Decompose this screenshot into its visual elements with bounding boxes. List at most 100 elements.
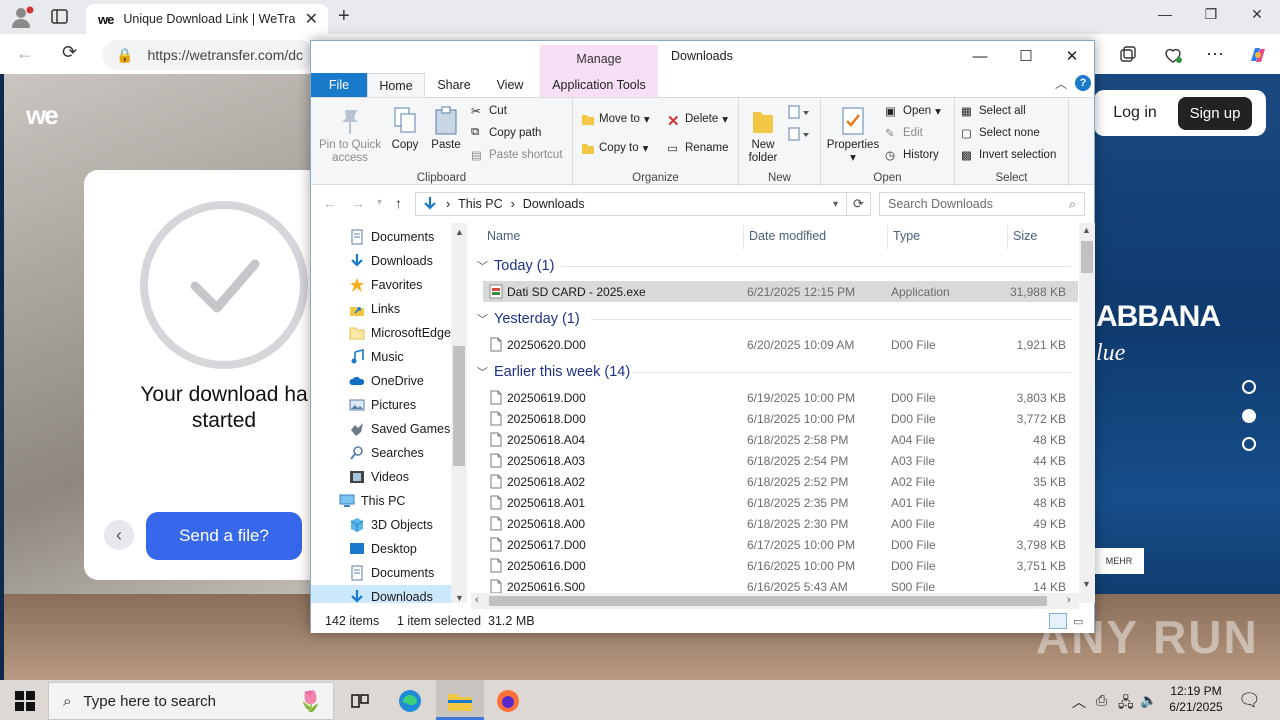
firefox-icon[interactable]	[488, 684, 528, 718]
nav-item-music[interactable]: Music	[349, 345, 404, 369]
notifications-icon[interactable]: 🗨	[1238, 690, 1261, 711]
close-window-icon[interactable]: ✕	[1234, 6, 1280, 23]
details-view-icon[interactable]	[1049, 613, 1067, 629]
file-explorer-icon[interactable]	[440, 684, 480, 718]
task-view-icon[interactable]	[340, 684, 380, 718]
rename-button[interactable]: ▭ Rename	[667, 141, 728, 155]
nav-item-desktop[interactable]: Desktop	[349, 537, 417, 561]
taskbar-clock[interactable]: 12:19 PM 6/21/2025	[1160, 683, 1232, 715]
edit-button[interactable]: ✎ Edit	[885, 126, 923, 140]
nav-item-pictures[interactable]: Pictures	[349, 393, 416, 417]
file-list-scroll-thumb[interactable]	[1081, 241, 1093, 273]
explorer-close-icon[interactable]: ✕	[1049, 45, 1095, 69]
recent-locations-icon[interactable]: ▾	[377, 197, 382, 208]
file-row[interactable]: Dati SD CARD - 2025.exe 6/21/2025 12:15 P…	[483, 281, 1078, 302]
carousel-dot-active[interactable]	[1242, 409, 1256, 423]
collapse-ribbon-icon[interactable]: ︿	[1055, 75, 1067, 92]
file-row[interactable]: 20250618.D00 6/18/2025 10:00 PM D00 File 3,…	[483, 408, 1078, 429]
nav-item-downloads[interactable]: Downloads	[311, 585, 451, 603]
close-tab-icon[interactable]: ✕	[305, 9, 318, 29]
ad-more-button[interactable]: MEHR	[1094, 548, 1144, 574]
scroll-left-icon[interactable]: ‹	[475, 594, 479, 606]
file-group-header[interactable]: ﹀ Earlier this week (14)	[477, 361, 630, 383]
new-item-icon[interactable]	[787, 104, 813, 122]
taskbar-search-input[interactable]: ⌕ Type here to search 🌷	[48, 682, 334, 720]
file-row[interactable]: 20250617.D00 6/17/2025 10:00 PM D00 File 3,…	[483, 534, 1078, 555]
network-device-icon[interactable]: ⎙	[1096, 692, 1107, 709]
minimize-icon[interactable]: —	[1142, 6, 1188, 22]
nav-forward-icon[interactable]: →	[351, 195, 365, 211]
move-to-button[interactable]: Move to ▾	[581, 112, 650, 126]
send-file-button[interactable]: Send a file?	[146, 512, 302, 560]
login-button[interactable]: Log in	[1106, 96, 1164, 130]
history-button[interactable]: ◷ History	[885, 148, 939, 162]
nav-item-searches[interactable]: Searches	[349, 441, 424, 465]
volume-icon[interactable]: 🔈	[1140, 692, 1157, 709]
file-row[interactable]: 20250618.A03 6/18/2025 2:54 PM A03 File 44 …	[483, 450, 1078, 471]
column-name[interactable]: Name	[487, 229, 520, 243]
tab-share[interactable]: Share	[431, 73, 477, 97]
pin-quick-access-button[interactable]: Pin to Quick access	[315, 106, 385, 165]
copilot-icon[interactable]	[1246, 43, 1270, 67]
reload-icon[interactable]: ⟳	[62, 42, 77, 63]
scroll-down-icon[interactable]: ▼	[1082, 579, 1091, 589]
paste-button[interactable]: Paste	[427, 106, 465, 152]
file-row[interactable]: 20250618.A01 6/18/2025 2:35 PM A01 File 48 …	[483, 492, 1078, 513]
nav-item-microsoftedge[interactable]: MicrosoftEdge	[349, 321, 451, 345]
signup-button[interactable]: Sign up	[1178, 97, 1252, 130]
tab-application-tools[interactable]: Application Tools	[540, 73, 658, 97]
breadcrumb-this-pc[interactable]: This PC	[458, 197, 502, 211]
new-folder-button[interactable]: New folder	[745, 106, 781, 165]
nav-item-saved-games[interactable]: Saved Games	[349, 417, 450, 441]
tab-home[interactable]: Home	[367, 73, 425, 97]
breadcrumb[interactable]: › This PC › Downloads ▾	[415, 192, 847, 216]
nav-item-videos[interactable]: Videos	[349, 465, 409, 489]
nav-scroll-down-icon[interactable]: ▼	[455, 593, 464, 603]
file-list-scrollbar[interactable]	[1079, 223, 1095, 603]
search-downloads-input[interactable]: Search Downloads ⌕	[879, 192, 1085, 216]
file-row[interactable]: 20250618.A04 6/18/2025 2:58 PM A04 File 48 …	[483, 429, 1078, 450]
nav-item-onedrive[interactable]: OneDrive	[349, 369, 424, 393]
restore-icon[interactable]: ❐	[1188, 6, 1234, 23]
file-row[interactable]: 20250618.A00 6/18/2025 2:30 PM A00 File 49 …	[483, 513, 1078, 534]
delete-button[interactable]: ✕ Delete ▾	[667, 112, 728, 130]
browser-tab[interactable]: we Unique Download Link | WeTransfer ✕	[86, 4, 328, 34]
open-button[interactable]: ▣ Open ▾	[885, 104, 941, 118]
invert-selection-button[interactable]: ▩ Invert selection	[961, 148, 1056, 162]
edge-icon[interactable]	[390, 684, 430, 718]
select-none-button[interactable]: ▢ Select none	[961, 126, 1040, 140]
large-icons-view-icon[interactable]: ▭	[1073, 615, 1083, 628]
network-icon[interactable]: 🖧	[1118, 692, 1134, 716]
tab-view[interactable]: View	[487, 73, 533, 97]
file-row[interactable]: 20250620.D00 6/20/2025 10:09 AM D00 File 1,…	[483, 334, 1078, 355]
scroll-right-icon[interactable]: ›	[1067, 594, 1071, 606]
nav-item-favorites[interactable]: Favorites	[349, 273, 422, 297]
file-group-header[interactable]: ﹀ Today (1)	[477, 255, 554, 277]
nav-scroll-thumb[interactable]	[453, 346, 465, 466]
file-row[interactable]: 20250616.D00 6/16/2025 10:00 PM D00 File 3,…	[483, 555, 1078, 576]
breadcrumb-downloads[interactable]: Downloads	[523, 197, 585, 211]
column-type[interactable]: Type	[893, 229, 920, 243]
properties-button[interactable]: Properties ▾	[825, 106, 881, 165]
address-dropdown-icon[interactable]: ▾	[833, 199, 838, 210]
nav-item-3d-objects[interactable]: 3D Objects	[349, 513, 433, 537]
file-row[interactable]: 20250618.A02 6/18/2025 2:52 PM A02 File 35 …	[483, 471, 1078, 492]
wetransfer-logo[interactable]: we	[26, 100, 59, 131]
carousel-dot[interactable]	[1242, 380, 1256, 394]
select-all-button[interactable]: ▦ Select all	[961, 104, 1026, 118]
nav-scroll-up-icon[interactable]: ▲	[455, 227, 464, 237]
browser-essentials-icon[interactable]	[1162, 45, 1184, 65]
copy-path-button[interactable]: ⧉ Copy path	[471, 126, 541, 140]
explorer-maximize-icon[interactable]: ☐	[1003, 45, 1049, 69]
back-arrow-button[interactable]: ‹	[104, 520, 134, 550]
copy-button[interactable]: Copy	[387, 106, 423, 152]
show-hidden-icons-icon[interactable]: ︿	[1072, 692, 1086, 712]
column-size[interactable]: Size	[1013, 229, 1037, 243]
horizontal-scroll-thumb[interactable]	[489, 596, 1047, 606]
site-info-icon[interactable]: 🔒	[116, 47, 133, 64]
file-group-header[interactable]: ﹀ Yesterday (1)	[477, 308, 580, 330]
paste-shortcut-button[interactable]: ▤ Paste shortcut	[471, 148, 563, 162]
tab-file[interactable]: File	[311, 73, 367, 97]
help-icon[interactable]: ?	[1075, 75, 1091, 91]
nav-item-downloads[interactable]: Downloads	[349, 249, 433, 273]
